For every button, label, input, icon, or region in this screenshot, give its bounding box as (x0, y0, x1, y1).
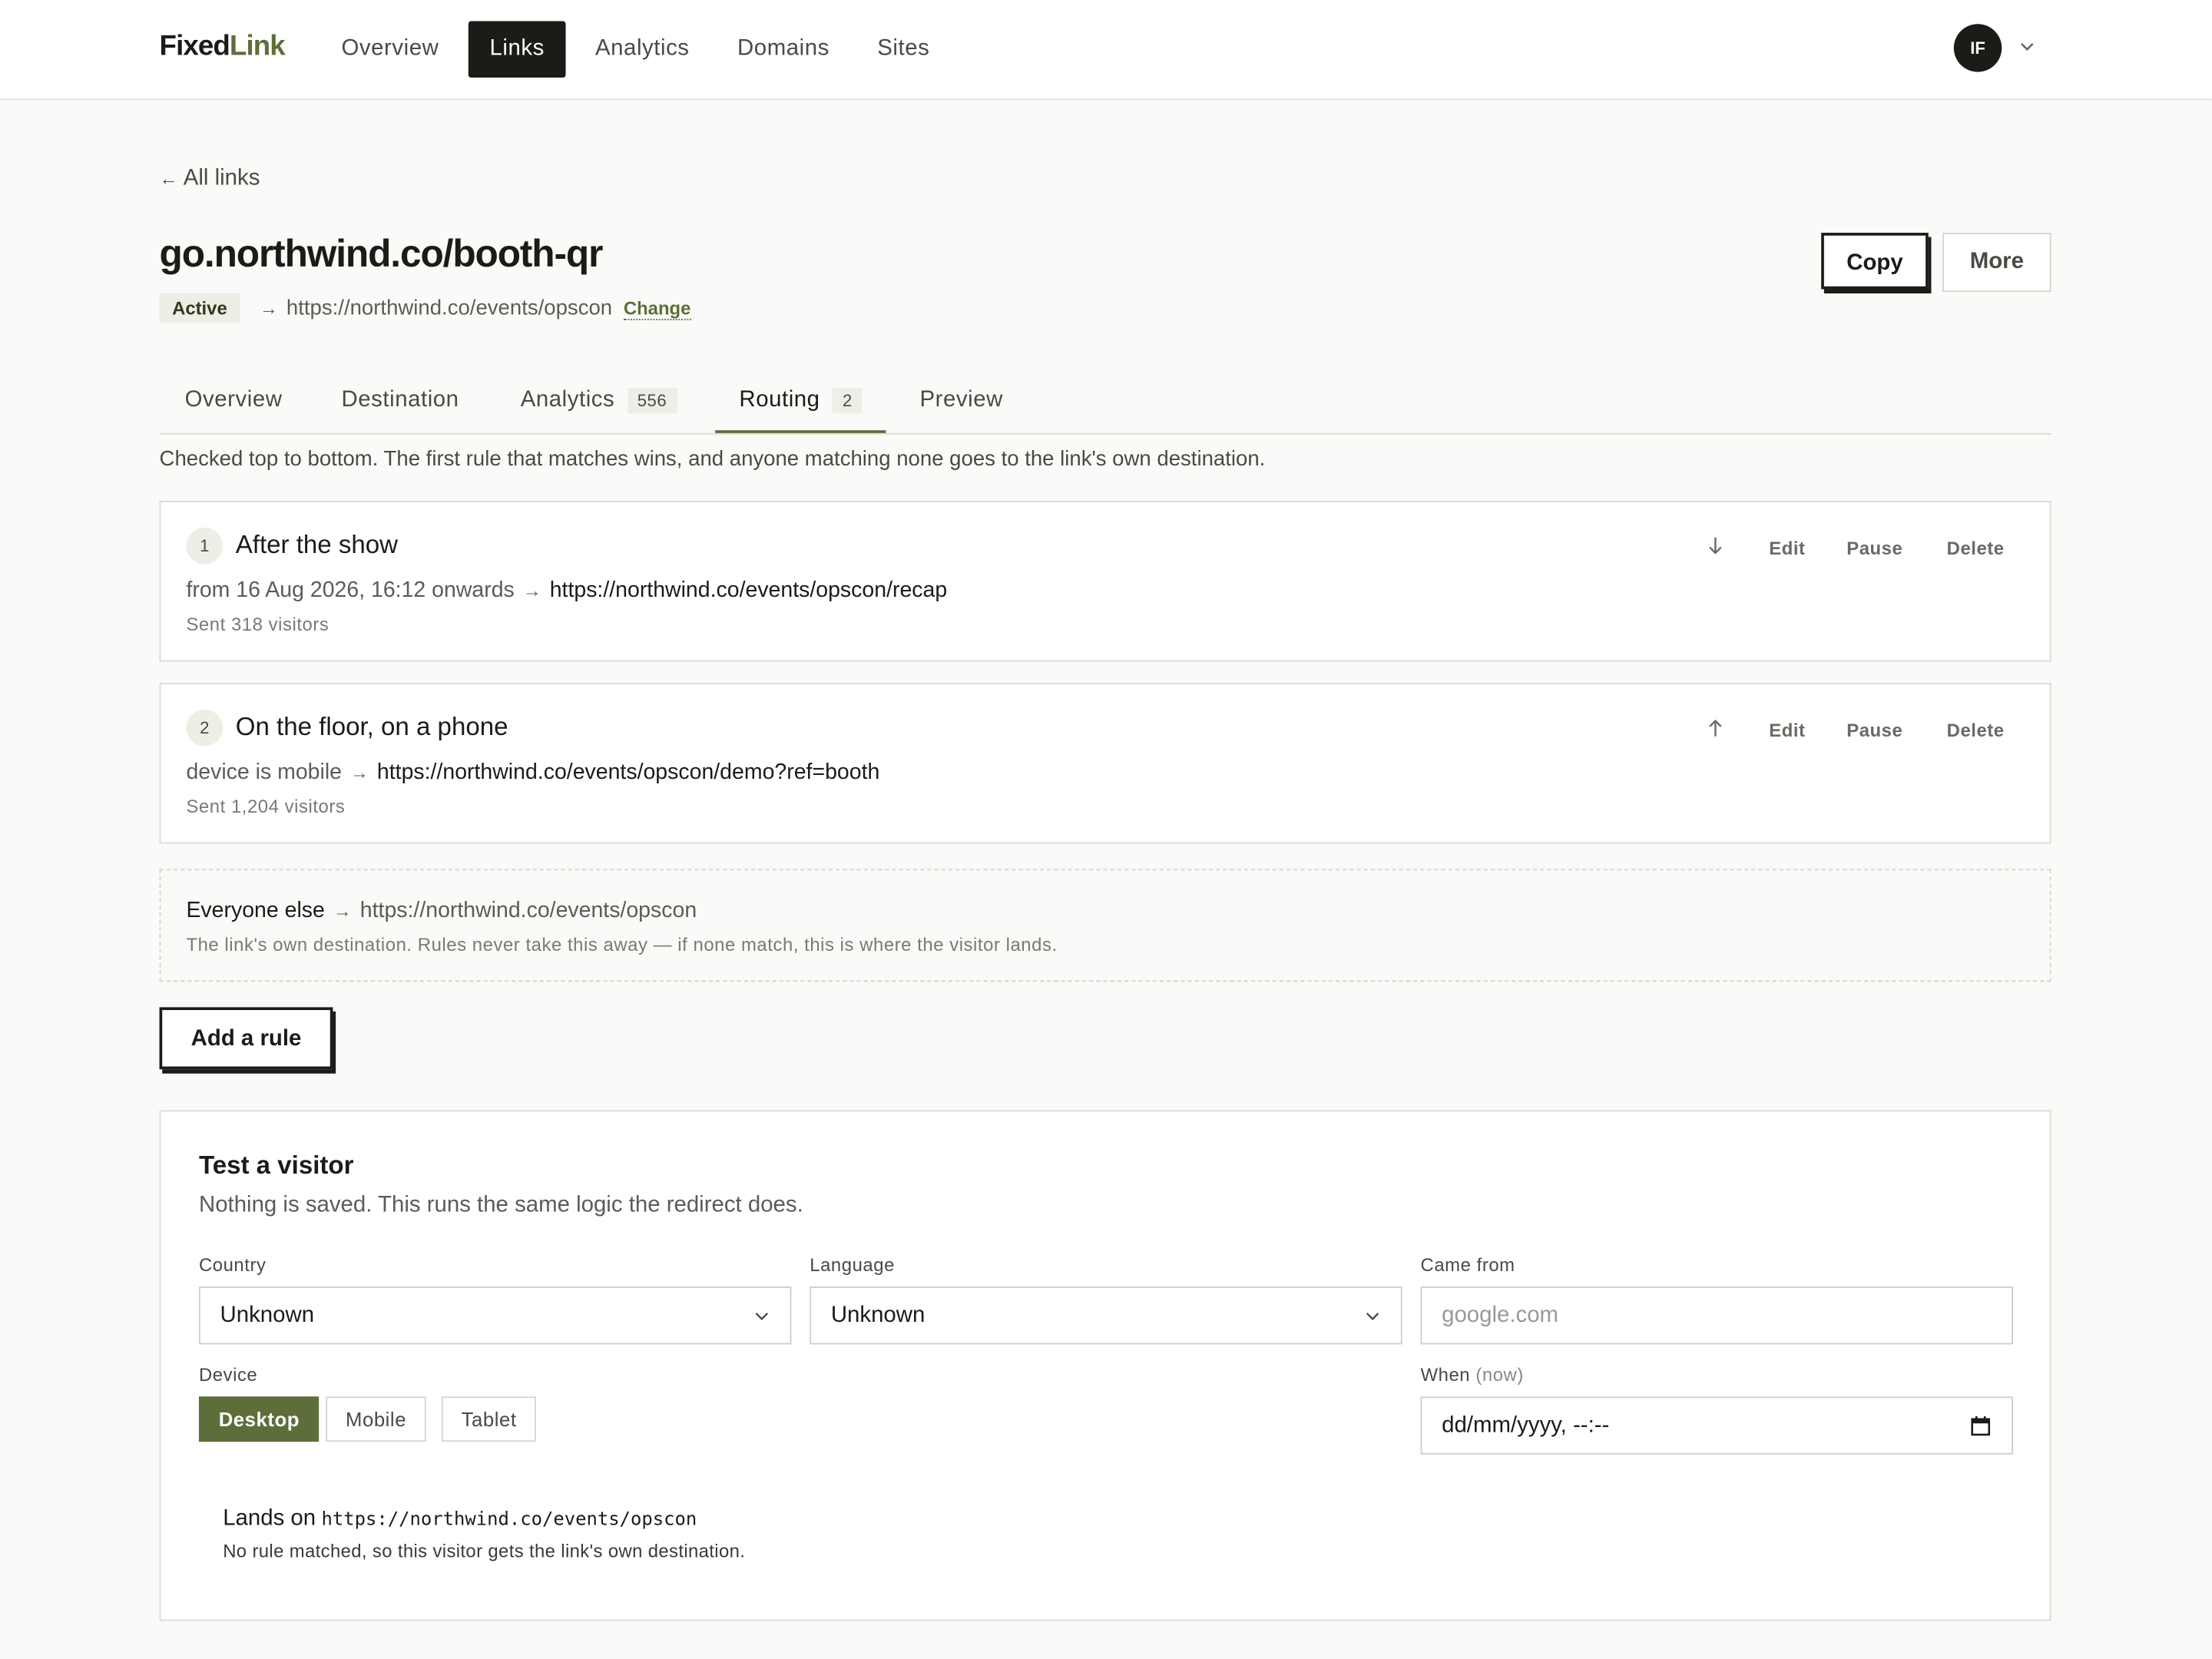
fallback-url: https://northwind.co/events/opscon (359, 898, 697, 923)
test-title: Test a visitor (198, 1151, 354, 1180)
device-option-mobile[interactable]: Mobile (326, 1396, 426, 1442)
main-nav: Overview Links Analytics Domains Sites (317, 21, 954, 78)
routing-intro: Checked top to bottom. The first rule th… (159, 447, 1266, 472)
rule-number: 2 (186, 709, 224, 747)
tab-label: Overview (184, 388, 283, 412)
tab-label: Preview (919, 388, 1003, 412)
rule-sent-count: Sent 1,204 visitors (186, 795, 346, 817)
rule-sent-count: Sent 318 visitors (186, 613, 329, 635)
arrow-right-icon: → (333, 899, 352, 922)
back-link[interactable]: ← All links (160, 167, 260, 192)
when-value: dd/mm/yyyy, --:-- (1442, 1413, 1610, 1438)
result-prefix: Lands on (223, 1506, 316, 1531)
avatar[interactable]: IF (1953, 24, 2002, 72)
fallback-card: Everyone else → https://northwind.co/event… (159, 869, 2051, 982)
tab-label: Routing (739, 387, 820, 412)
rule-condition-text: from 16 Aug 2026, 16:12 onwards (186, 578, 515, 603)
logo-accent-text: Link (229, 31, 286, 62)
fallback-note: The link's own destination. Rules never … (186, 933, 1058, 955)
arrow-right-icon: → (350, 761, 369, 783)
chevron-down-icon[interactable] (2018, 38, 2035, 55)
came-from-label: Came from (1420, 1253, 1515, 1276)
when-hint: (now) (1475, 1364, 1524, 1386)
logo[interactable]: FixedLink (159, 31, 286, 63)
add-rule-button[interactable]: Add a rule (159, 1007, 333, 1070)
rule-number: 1 (186, 527, 224, 565)
rule-name: After the show (235, 530, 399, 559)
tab-analytics[interactable]: Analytics 556 (521, 369, 677, 432)
language-select[interactable]: Unknown (810, 1286, 1402, 1345)
calendar-icon[interactable] (1971, 1415, 1991, 1436)
rule-card: 1 After the show from 16 Aug 2026, 16:12… (159, 501, 2051, 662)
page-title: go.northwind.co/booth-qr (159, 233, 604, 276)
came-from-input[interactable]: google.com (1420, 1286, 2013, 1345)
rule-name: On the floor, on a phone (235, 712, 508, 741)
language-value: Unknown (830, 1303, 926, 1328)
arrow-down-icon[interactable] (1706, 536, 1726, 556)
rule-target-url: https://northwind.co/events/opscon/recap (549, 578, 948, 603)
language-label: Language (810, 1253, 895, 1276)
chevron-down-icon (1366, 1313, 1379, 1321)
arrow-right-icon: → (522, 579, 541, 601)
result-url: https://northwind.co/events/opscon (321, 1509, 697, 1531)
device-option-desktop[interactable]: Desktop (198, 1396, 320, 1442)
country-label: Country (198, 1253, 267, 1276)
tab-preview[interactable]: Preview (920, 369, 1003, 432)
fallback-label: Everyone else (186, 898, 325, 923)
nav-item-analytics[interactable]: Analytics (571, 22, 714, 78)
change-destination-link[interactable]: Change (623, 297, 691, 320)
tab-label: Destination (341, 388, 459, 412)
back-link-label: All links (183, 166, 260, 190)
country-value: Unknown (220, 1303, 315, 1328)
more-button[interactable]: More (1942, 233, 2051, 293)
nav-item-domains[interactable]: Domains (714, 22, 853, 78)
test-result: Lands on https://northwind.co/events/opsc… (223, 1507, 745, 1562)
tab-count-badge: 2 (833, 387, 863, 413)
when-datetime-input[interactable]: dd/mm/yyyy, --:-- (1420, 1396, 2013, 1455)
came-from-placeholder: google.com (1442, 1303, 1559, 1328)
tab-overview[interactable]: Overview (185, 369, 283, 432)
rule-target-url: https://northwind.co/events/opscon/demo?… (376, 760, 880, 785)
arrow-left-icon: ← (159, 167, 178, 190)
link-tabs: Overview Destination Analytics 556 Routin… (159, 369, 2051, 435)
rule-card: 2 On the floor, on a phone device is mob… (159, 682, 2051, 844)
rule-condition-text: device is mobile (186, 760, 342, 785)
result-line: Lands on https://northwind.co/events/opsc… (223, 1507, 745, 1532)
logo-text: Fixed (159, 31, 230, 62)
delete-rule-button[interactable]: Delete (1947, 538, 2005, 559)
edit-rule-button[interactable]: Edit (1769, 720, 1805, 741)
test-subtitle: Nothing is saved. This runs the same log… (198, 1193, 803, 1218)
when-label-text: When (1420, 1364, 1471, 1386)
rule-condition: from 16 Aug 2026, 16:12 onwards → https://… (186, 578, 947, 604)
page: FixedLink Overview Links Analytics Domai… (0, 0, 2212, 1659)
tab-count-badge: 556 (627, 388, 677, 414)
delete-rule-button[interactable]: Delete (1947, 720, 2005, 741)
tab-label: Analytics (520, 388, 615, 412)
fallback-line: Everyone else → https://northwind.co/event… (186, 899, 697, 924)
arrow-right-icon: → (260, 297, 278, 320)
device-label: Device (198, 1364, 258, 1386)
edit-rule-button[interactable]: Edit (1769, 538, 1805, 559)
country-select[interactable]: Unknown (198, 1286, 792, 1345)
nav-item-overview[interactable]: Overview (317, 22, 462, 78)
tab-destination[interactable]: Destination (341, 369, 459, 432)
pause-rule-button[interactable]: Pause (1846, 720, 1902, 741)
tab-routing[interactable]: Routing 2 (715, 369, 886, 433)
status-row: Active → https://northwind.co/events/opsc… (159, 293, 691, 323)
test-visitor-panel: Test a visitor Nothing is saved. This ru… (159, 1110, 2051, 1621)
copy-button[interactable]: Copy (1821, 233, 1929, 290)
nav-item-links[interactable]: Links (468, 21, 566, 78)
pause-rule-button[interactable]: Pause (1846, 538, 1902, 559)
destination: → https://northwind.co/events/opscon (260, 296, 612, 320)
top-bar: FixedLink Overview Links Analytics Domai… (0, 0, 2212, 101)
result-note: No rule matched, so this visitor gets th… (223, 1540, 746, 1562)
status-badge: Active (159, 293, 240, 323)
when-label: When (now) (1421, 1364, 1524, 1386)
destination-url: https://northwind.co/events/opscon (286, 296, 613, 320)
chevron-down-icon (755, 1313, 769, 1321)
nav-item-sites[interactable]: Sites (853, 22, 954, 78)
rule-condition: device is mobile → https://northwind.co/ev… (186, 760, 879, 786)
arrow-up-icon[interactable] (1706, 718, 1726, 738)
device-option-tablet[interactable]: Tablet (441, 1396, 537, 1442)
